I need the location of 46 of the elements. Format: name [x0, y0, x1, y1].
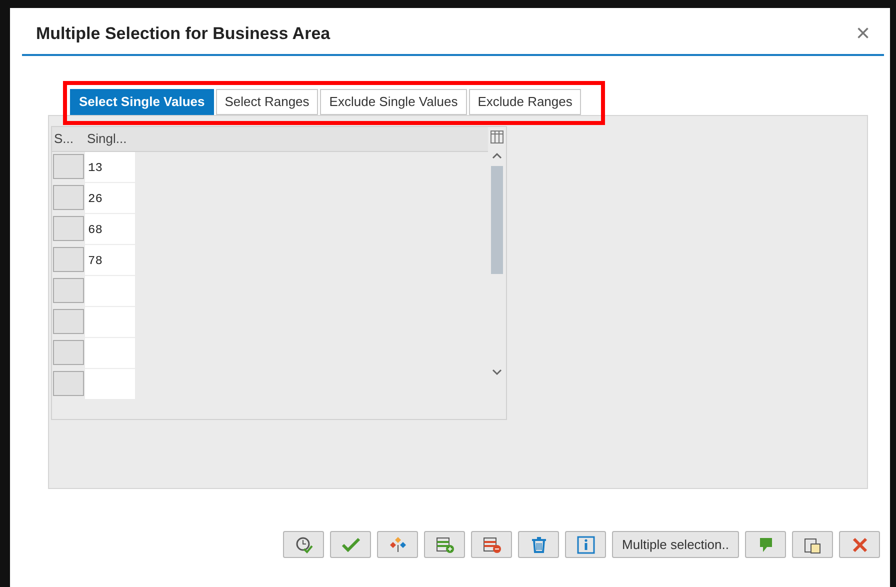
table-cell[interactable] [85, 369, 135, 400]
row-selector[interactable] [53, 185, 84, 210]
table-cell: 26 [85, 183, 135, 214]
info-button[interactable] [565, 531, 606, 558]
add-row-icon [434, 536, 455, 554]
table-cell: 68 [85, 214, 135, 245]
row-selector[interactable] [53, 278, 84, 303]
checkmark-icon [340, 536, 361, 554]
row-selector[interactable] [53, 309, 84, 334]
dialog-title: Multiple Selection for Business Area [36, 23, 330, 46]
close-button[interactable]: × [856, 22, 870, 46]
row-selector[interactable] [53, 154, 84, 179]
insert-row-button[interactable] [424, 531, 466, 558]
table-cell: 13 [85, 152, 135, 183]
table-cell[interactable] [85, 276, 135, 307]
tab[interactable]: Select Single Values [70, 89, 214, 115]
table-cell[interactable] [85, 338, 135, 369]
table-cell[interactable] [85, 307, 135, 338]
column-header: S... [53, 130, 75, 148]
multiple-selection-button[interactable]: Multiple selection.. [612, 531, 739, 558]
row-selector[interactable] [53, 340, 84, 365]
execute-button[interactable] [283, 531, 324, 558]
row-selector[interactable] [53, 371, 84, 396]
row-selector[interactable] [53, 247, 84, 272]
scroll-down-icon[interactable] [492, 368, 502, 376]
scrollbar-thumb[interactable] [491, 166, 503, 274]
tab[interactable]: Exclude Single Values [320, 89, 467, 115]
clock-check-icon [294, 536, 314, 554]
column-settings-icon[interactable] [490, 130, 504, 144]
cancel-button[interactable] [839, 531, 880, 558]
delete-row-button[interactable] [471, 531, 512, 558]
scroll-up-icon[interactable] [492, 152, 502, 160]
row-selector[interactable] [53, 216, 84, 241]
import-button[interactable] [745, 531, 786, 558]
confirm-button[interactable] [330, 531, 372, 558]
network-button[interactable] [377, 531, 418, 558]
remove-row-icon [482, 536, 502, 554]
delete-all-button[interactable] [518, 531, 560, 558]
diamonds-icon [388, 536, 408, 554]
clipboard-icon [802, 536, 822, 554]
paste-button[interactable] [792, 531, 833, 558]
tab[interactable]: Exclude Ranges [468, 89, 582, 115]
table-cell: 78 [85, 245, 135, 276]
tab[interactable]: Select Ranges [216, 89, 318, 115]
column-header: Singl... [86, 130, 128, 148]
info-icon [576, 536, 596, 554]
